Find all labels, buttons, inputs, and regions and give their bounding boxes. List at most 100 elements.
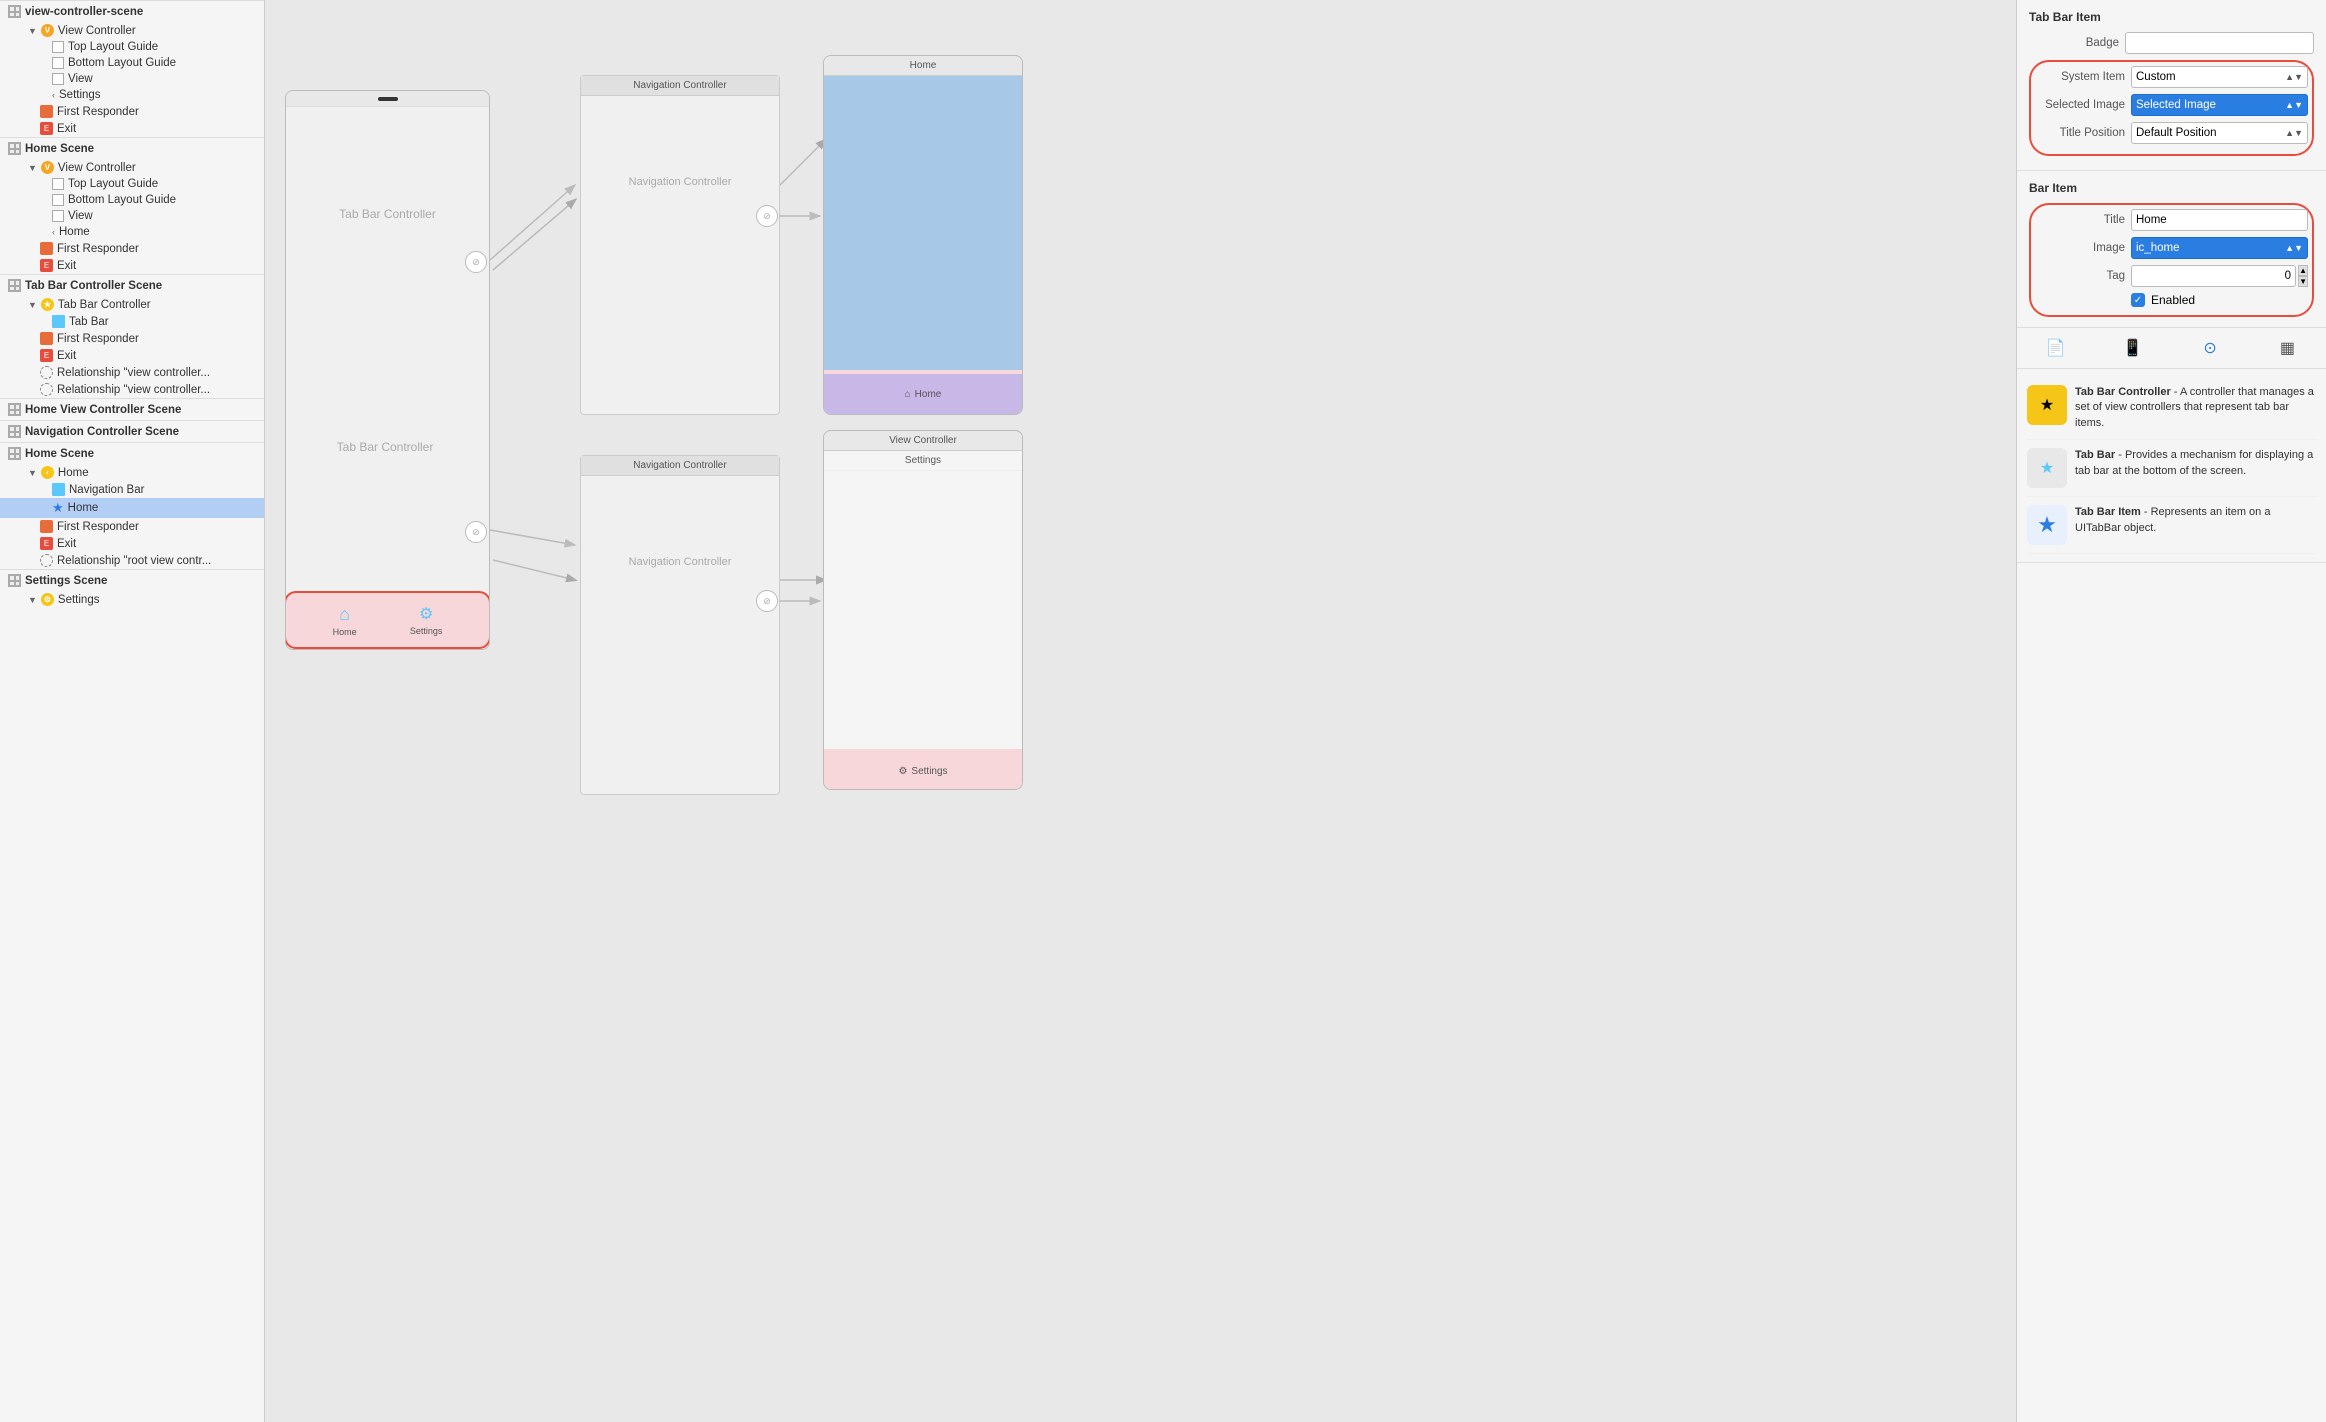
sidebar-item-exit-1[interactable]: E Exit: [0, 120, 264, 137]
sidebar-item-top-layout-2[interactable]: Top Layout Guide: [0, 176, 264, 192]
sidebar-item-exit-4[interactable]: E Exit: [0, 535, 264, 552]
settings-tab-label: Settings: [410, 626, 443, 636]
title-input[interactable]: Home: [2131, 209, 2308, 231]
tag-input[interactable]: 0: [2131, 265, 2296, 287]
scene-header-settings: Settings Scene: [0, 569, 264, 591]
stepper-down[interactable]: ▼: [2298, 276, 2308, 287]
sidebar-item-first-responder-4[interactable]: First Responder: [0, 518, 264, 535]
sidebar-item-home-vc[interactable]: ▼ V View Controller: [0, 159, 264, 176]
select-arrow: ▲▼: [2285, 72, 2303, 82]
system-item-row: System Item Custom ▲▼: [2035, 66, 2308, 88]
layout-icon: [52, 57, 64, 69]
vc-icon: V: [41, 161, 54, 174]
sidebar-item-exit-2[interactable]: E Exit: [0, 257, 264, 274]
title-position-select[interactable]: Default Position ▲▼: [2131, 122, 2308, 144]
scene-icon: [8, 142, 21, 155]
bar-item-section: Bar Item Title Home Image ic_home ▲▼ Tag…: [2017, 171, 2326, 328]
sidebar-item-exit-3[interactable]: E Exit: [0, 347, 264, 364]
sidebar-item-relationship-root[interactable]: Relationship "root view contr...: [0, 552, 264, 569]
home-content-area: [824, 76, 1022, 370]
vc-device-title-bar: View Controller: [824, 431, 1022, 451]
nav-ctrl-top-label: Navigation Controller: [581, 96, 779, 188]
badge-label: Badge: [2029, 37, 2119, 49]
sidebar-item-home-nav[interactable]: ▼ ‹ Home: [0, 464, 264, 481]
system-item-select[interactable]: Custom ▲▼: [2131, 66, 2308, 88]
home-tabbar-icon: ⌂: [905, 389, 911, 400]
home-device-title: Home: [824, 56, 1022, 76]
sidebar-item-view-2[interactable]: View: [0, 208, 264, 224]
sidebar-item-relationship-2[interactable]: Relationship "view controller...: [0, 381, 264, 398]
info-item-tab-bar: ★ Tab Bar - Provides a mechanism for dis…: [2027, 440, 2316, 497]
exit-icon: E: [40, 349, 53, 362]
icon-tab-table[interactable]: ▦: [2273, 334, 2301, 362]
scene-header-nav-ctrl: Navigation Controller Scene: [0, 420, 264, 442]
scene-icon: [8, 279, 21, 292]
sidebar-item-settings-root[interactable]: ▼ ⚙ Settings: [0, 591, 264, 608]
sidebar-item-view-1[interactable]: View: [0, 71, 264, 87]
enabled-label: Enabled: [2151, 293, 2195, 307]
select-arrow-blue: ▲▼: [2285, 100, 2303, 110]
sidebar-item-bottom-layout-1[interactable]: Bottom Layout Guide: [0, 55, 264, 71]
scene-icon: [8, 574, 21, 587]
tag-input-group: 0 ▲ ▼: [2131, 265, 2308, 287]
scene-icon: [8, 425, 21, 438]
badge-input[interactable]: [2125, 32, 2314, 54]
selected-image-label: Selected Image: [2035, 99, 2125, 111]
relationship-icon: [40, 383, 53, 396]
image-label: Image: [2035, 242, 2125, 254]
tab-bar-item-section: Tab Bar Item Badge System Item Custom ▲▼…: [2017, 0, 2326, 171]
sidebar-item-tab-bar[interactable]: Tab Bar: [0, 313, 264, 330]
sidebar-item-bottom-layout-2[interactable]: Bottom Layout Guide: [0, 192, 264, 208]
sidebar-item-tab-bar-ctrl[interactable]: ▼ ★ Tab Bar Controller: [0, 296, 264, 313]
connector-circle-2: ⊘: [465, 521, 487, 543]
stepper-up[interactable]: ▲: [2298, 265, 2308, 276]
icon-tab-circle[interactable]: ⊙: [2196, 334, 2224, 362]
icon-tab-doc[interactable]: 📄: [2042, 334, 2070, 362]
image-row: Image ic_home ▲▼: [2035, 237, 2308, 259]
info-icon-tb: ★: [2027, 448, 2067, 488]
image-value: ic_home: [2136, 242, 2179, 254]
selected-image-select[interactable]: Selected Image ▲▼: [2131, 94, 2308, 116]
image-select[interactable]: ic_home ▲▼: [2131, 237, 2308, 259]
sidebar-item-first-responder-3[interactable]: First Responder: [0, 330, 264, 347]
sidebar-item-settings-back[interactable]: ‹ Settings: [0, 87, 264, 103]
exit-icon: E: [40, 122, 53, 135]
icon-tabs-bar: 📄 📱 ⊙ ▦: [2017, 328, 2326, 369]
system-item-value: Custom: [2136, 71, 2176, 83]
tab-bar-item-title: Tab Bar Item: [2029, 10, 2314, 24]
icon-tab-phone[interactable]: 📱: [2119, 334, 2147, 362]
vc-content: [824, 471, 1022, 749]
layout-icon: [52, 178, 64, 190]
sidebar-item-home-back[interactable]: ‹ Home: [0, 224, 264, 240]
tbc-icon: ★: [41, 298, 54, 311]
tab-bar-annotated: ⌂ Home ⚙ Settings: [285, 591, 490, 649]
vc-icon: V: [41, 24, 54, 37]
sidebar-item-nav-bar[interactable]: Navigation Bar: [0, 481, 264, 498]
chevron-icon: ▼: [28, 26, 37, 36]
info-item-tab-bar-controller: ★ Tab Bar Controller - A controller that…: [2027, 377, 2316, 440]
tab-item-home[interactable]: ⌂ Home: [333, 604, 357, 637]
tag-stepper: ▲ ▼: [2298, 265, 2308, 287]
nav-controller-top: Navigation Controller Navigation Control…: [580, 75, 780, 415]
scene-icon-vc: [8, 5, 21, 18]
title-position-row: Title Position Default Position ▲▼: [2035, 122, 2308, 144]
connector-circle-4: ⊘: [756, 590, 778, 612]
select-arrow-2: ▲▼: [2285, 128, 2303, 138]
tab-item-settings[interactable]: ⚙ Settings: [410, 604, 443, 636]
sidebar-item-relationship-1[interactable]: Relationship "view controller...: [0, 364, 264, 381]
sidebar: view-controller-scene ▼ V View Controlle…: [0, 0, 265, 1422]
enabled-checkbox[interactable]: ✓: [2131, 293, 2145, 307]
badge-row: Badge: [2029, 32, 2314, 54]
view-icon: [52, 73, 64, 85]
sidebar-item-first-responder-1[interactable]: First Responder: [0, 103, 264, 120]
right-panel: Tab Bar Item Badge System Item Custom ▲▼…: [2016, 0, 2326, 1422]
sidebar-item-top-layout-1[interactable]: Top Layout Guide: [0, 39, 264, 55]
title-position-value: Default Position: [2136, 127, 2217, 139]
sidebar-item-home-star[interactable]: ★ Home: [0, 498, 264, 518]
sidebar-item-first-responder-2[interactable]: First Responder: [0, 240, 264, 257]
vc-tabbar-settings-text: Settings: [911, 766, 947, 777]
vc-device: View Controller Settings ⚙ Settings: [823, 430, 1023, 790]
info-panel: ★ Tab Bar Controller - A controller that…: [2017, 369, 2326, 563]
responder-icon: [40, 105, 53, 118]
sidebar-item-vc-root[interactable]: ▼ V View Controller: [0, 22, 264, 39]
